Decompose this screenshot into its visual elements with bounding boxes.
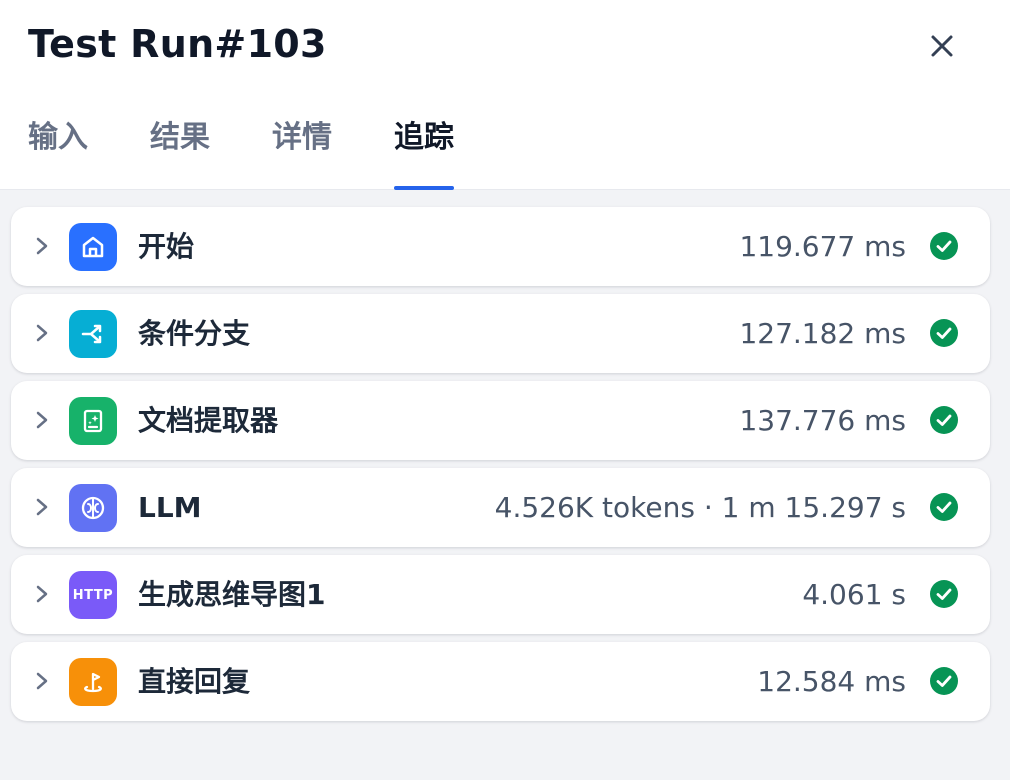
page-title: Test Run#103 <box>28 22 327 66</box>
node-name: 条件分支 <box>138 317 251 350</box>
success-check-icon <box>930 232 958 260</box>
trace-node-doc-extractor[interactable]: 文档提取器 137.776 ms <box>11 381 990 460</box>
close-icon <box>931 35 953 57</box>
trace-node-start[interactable]: 开始 119.677 ms <box>11 207 990 286</box>
success-check-icon <box>930 319 958 347</box>
trace-node-if-else[interactable]: 条件分支 127.182 ms <box>11 294 990 373</box>
trace-node-answer[interactable]: 直接回复 12.584 ms <box>11 642 990 721</box>
node-duration: 12.584 ms <box>757 665 906 698</box>
node-tokens-duration: 4.526K tokens · 1 m 15.297 s <box>494 491 906 524</box>
node-name: 开始 <box>138 230 195 263</box>
tab-result[interactable]: 结果 <box>150 112 210 190</box>
panel-header: Test Run#103 输入 结果 详情 追踪 <box>0 0 1010 190</box>
home-icon <box>69 223 117 271</box>
tab-details[interactable]: 详情 <box>272 112 332 190</box>
node-duration: 119.677 ms <box>739 230 906 263</box>
node-name: 文档提取器 <box>138 404 279 437</box>
node-name: 直接回复 <box>138 665 251 698</box>
chevron-right-icon[interactable] <box>31 582 53 606</box>
node-duration: 4.061 s <box>802 578 906 611</box>
tab-input[interactable]: 输入 <box>28 112 88 190</box>
chevron-right-icon[interactable] <box>31 408 53 432</box>
trace-node-llm[interactable]: LLM 4.526K tokens · 1 m 15.297 s <box>11 468 990 547</box>
chevron-right-icon[interactable] <box>31 669 53 693</box>
branch-icon <box>69 310 117 358</box>
http-icon: HTTP <box>69 571 117 619</box>
trace-node-http[interactable]: HTTP 生成思维导图1 4.061 s <box>11 555 990 634</box>
tab-tracing[interactable]: 追踪 <box>394 112 454 190</box>
chevron-right-icon[interactable] <box>31 234 53 258</box>
chevron-right-icon[interactable] <box>31 495 53 519</box>
success-check-icon <box>930 580 958 608</box>
success-check-icon <box>930 667 958 695</box>
brain-icon <box>69 484 117 532</box>
success-check-icon <box>930 493 958 521</box>
reply-icon <box>69 658 117 706</box>
document-icon <box>69 397 117 445</box>
node-name: 生成思维导图1 <box>138 578 326 611</box>
node-duration: 127.182 ms <box>739 317 906 350</box>
close-button[interactable] <box>922 26 962 66</box>
success-check-icon <box>930 406 958 434</box>
chevron-right-icon[interactable] <box>31 321 53 345</box>
node-name: LLM <box>138 491 202 524</box>
node-duration: 137.776 ms <box>739 404 906 437</box>
